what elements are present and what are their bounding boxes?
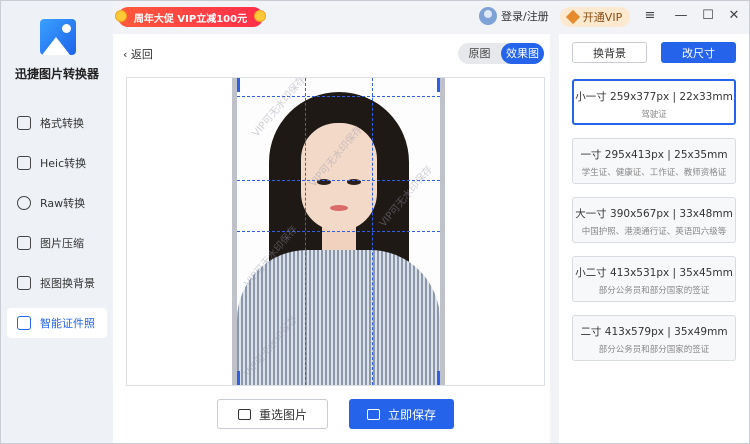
sidebar: 迅捷图片转换器 格式转换 Heic转换 Raw转换 图片压缩 抠图换背景 智能证…	[1, 1, 113, 443]
heic-icon	[17, 156, 31, 170]
promo-banner[interactable]: 周年大促 VIP立减100元	[115, 7, 266, 27]
view-toggle: 原图 效果图	[458, 43, 544, 64]
size-panel: 换背景 改尺寸 小一寸 259x377px | 22x33mm 驾驶证 一寸 2…	[559, 34, 749, 443]
sidebar-item-cutout[interactable]: 抠图换背景	[7, 268, 107, 298]
change-background-button[interactable]: 换背景	[572, 42, 647, 63]
tab-original[interactable]: 原图	[458, 43, 501, 64]
guide-line	[237, 96, 440, 97]
size-desc: 驾驶证	[641, 110, 667, 120]
promo-text: 周年大促 VIP立减100元	[133, 13, 248, 25]
diamond-icon	[565, 9, 580, 25]
change-size-button[interactable]: 改尺寸	[661, 42, 736, 63]
app-name: 迅捷图片转换器	[14, 67, 99, 81]
app-window: 迅捷图片转换器 格式转换 Heic转换 Raw转换 图片压缩 抠图换背景 智能证…	[0, 0, 750, 444]
guide-line	[237, 231, 440, 232]
save-now-button[interactable]: 立即保存	[349, 399, 454, 429]
back-label: 返回	[130, 48, 153, 61]
login-label: 登录/注册	[501, 10, 549, 23]
sidebar-item-label: Heic转换	[40, 157, 87, 170]
size-option-small-2inch[interactable]: 小二寸 413x531px | 35x45mm 部分公务员和部分国家的签证	[572, 256, 736, 302]
sidebar-item-label: 图片压缩	[40, 237, 84, 250]
chevron-left-icon: ‹	[123, 48, 131, 61]
save-label: 立即保存	[387, 407, 436, 422]
coin-icon	[254, 10, 266, 22]
maximize-icon[interactable]: ☐	[699, 7, 717, 25]
coin-icon	[115, 10, 127, 22]
convert-icon	[17, 116, 31, 130]
size-option-large-1inch[interactable]: 大一寸 390x567px | 33x48mm 中国护照、港澳通行证、英语四六级…	[572, 197, 736, 243]
crop-handle[interactable]	[437, 371, 440, 385]
app-logo-icon	[40, 19, 76, 55]
size-title: 大一寸 390x567px | 33x48mm	[575, 208, 733, 220]
size-title: 一寸 295x413px | 25x35mm	[580, 149, 728, 161]
size-option-2inch[interactable]: 二寸 413x579px | 35x49mm 部分公务员和部分国家的签证	[572, 315, 736, 361]
size-option-small-1inch[interactable]: 小一寸 259x377px | 22x33mm 驾驶证	[572, 79, 736, 125]
size-desc: 部分公务员和部分国家的签证	[598, 286, 710, 296]
image-icon	[237, 408, 251, 420]
crop-handle[interactable]	[237, 371, 240, 385]
sidebar-item-label: 格式转换	[40, 117, 84, 130]
minimize-icon[interactable]: —	[672, 7, 690, 25]
id-photo-preview[interactable]: VIP可无水印保存 VIP可无水印保存 VIP可无水印保存 VIP可无水印保存 …	[232, 78, 445, 385]
close-icon[interactable]: ✕	[725, 7, 743, 25]
size-desc: 中国护照、港澳通行证、英语四六级等	[581, 227, 727, 237]
size-title: 小一寸 259x377px | 22x33mm	[575, 91, 733, 103]
tab-result[interactable]: 效果图	[501, 43, 544, 64]
reselect-image-button[interactable]: 重选图片	[217, 399, 328, 429]
sidebar-item-label: 智能证件照	[40, 317, 95, 330]
back-button[interactable]: ‹ 返回	[123, 46, 153, 62]
login-link[interactable]: 登录/注册	[479, 5, 549, 27]
compress-icon	[17, 236, 31, 250]
crop-handle[interactable]	[437, 78, 440, 92]
size-desc: 部分公务员和部分国家的签证	[598, 345, 710, 355]
vip-button[interactable]: 开通VIP	[560, 7, 630, 27]
id-photo-icon	[17, 316, 31, 330]
size-title: 小二寸 413x531px | 35x45mm	[575, 267, 733, 279]
main-panel: ‹ 返回 原图 效果图 VIP可无水印保存 VIP可无水印保存 VIP可无水印保…	[113, 34, 550, 443]
vip-label: 开通VIP	[582, 11, 623, 24]
size-desc: 学生证、健康证、工作证、教师资格证	[581, 168, 727, 178]
sidebar-item-compress[interactable]: 图片压缩	[7, 228, 107, 258]
sidebar-item-format-convert[interactable]: 格式转换	[7, 108, 107, 138]
sidebar-item-raw[interactable]: Raw转换	[7, 188, 107, 218]
save-icon	[366, 408, 380, 420]
sidebar-item-id-photo[interactable]: 智能证件照	[7, 308, 107, 338]
crop-handle[interactable]	[237, 78, 240, 92]
sidebar-item-label: Raw转换	[40, 197, 86, 210]
cutout-icon	[17, 276, 31, 290]
sidebar-item-label: 抠图换背景	[40, 277, 95, 290]
reselect-label: 重选图片	[258, 407, 307, 422]
preview-canvas: VIP可无水印保存 VIP可无水印保存 VIP可无水印保存 VIP可无水印保存 …	[126, 77, 545, 386]
sidebar-item-heic[interactable]: Heic转换	[7, 148, 107, 178]
menu-icon[interactable]: ≡	[641, 7, 659, 25]
raw-icon	[17, 196, 31, 210]
size-title: 二寸 413x579px | 35x49mm	[580, 326, 728, 338]
avatar	[479, 7, 497, 25]
size-option-1inch[interactable]: 一寸 295x413px | 25x35mm 学生证、健康证、工作证、教师资格证	[572, 138, 736, 184]
